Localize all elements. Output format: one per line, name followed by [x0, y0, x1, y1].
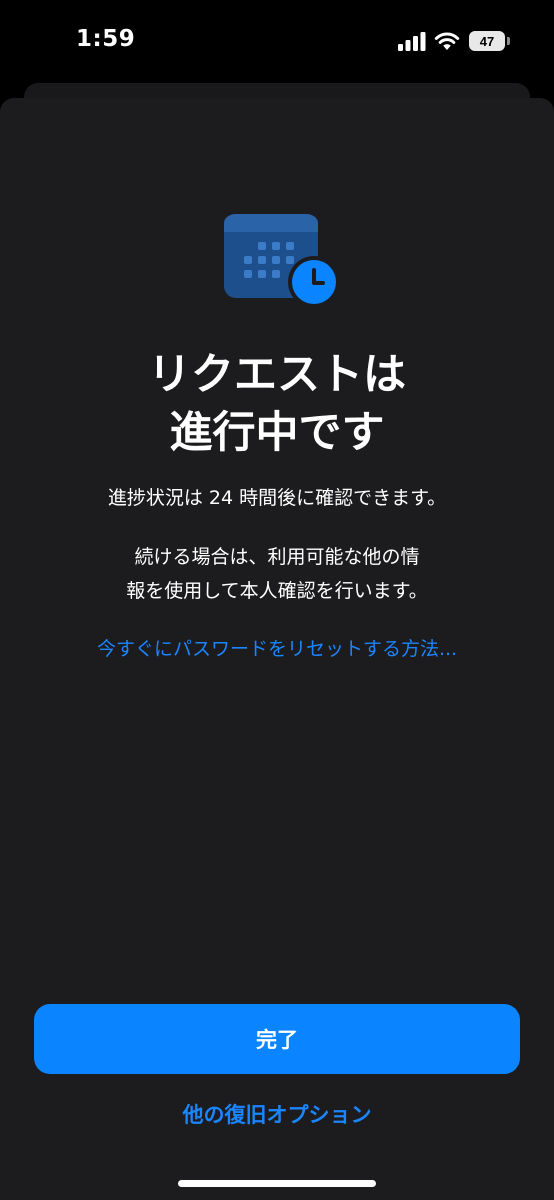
done-button[interactable]: 完了 [34, 1004, 520, 1074]
page-title-line-2: 進行中です [169, 408, 385, 458]
page-title: リクエストは 進行中です [0, 346, 554, 462]
home-indicator[interactable] [178, 1180, 376, 1187]
wifi-icon [434, 32, 460, 50]
status-time: 1:59 [76, 26, 136, 52]
status-bar: 1:59 47 [0, 0, 554, 84]
battery-indicator: 47 [469, 31, 505, 51]
status-indicators: 47 [398, 30, 510, 52]
battery-cap [507, 37, 510, 45]
continue-description: 続ける場合は、利用可能な他の情 報を使用して本人確認を行います。 [40, 540, 514, 608]
cellular-signal-icon [398, 32, 426, 51]
continue-description-line-2: 報を使用して本人確認を行います。 [126, 580, 428, 602]
status-description: 進捗状況は 24 時間後に確認できます。 [107, 487, 447, 509]
done-button-label: 完了 [256, 1028, 298, 1052]
other-recovery-options-button[interactable]: 他の復旧オプション [0, 1098, 554, 1132]
reset-password-link[interactable]: 今すぐにパスワードをリセットする方法... [20, 632, 534, 666]
continue-description-line-1: 続ける場合は、利用可能な他の情 [134, 546, 420, 568]
page-title-line-1: リクエストは [148, 350, 406, 400]
calendar-clock-icon [224, 214, 340, 308]
